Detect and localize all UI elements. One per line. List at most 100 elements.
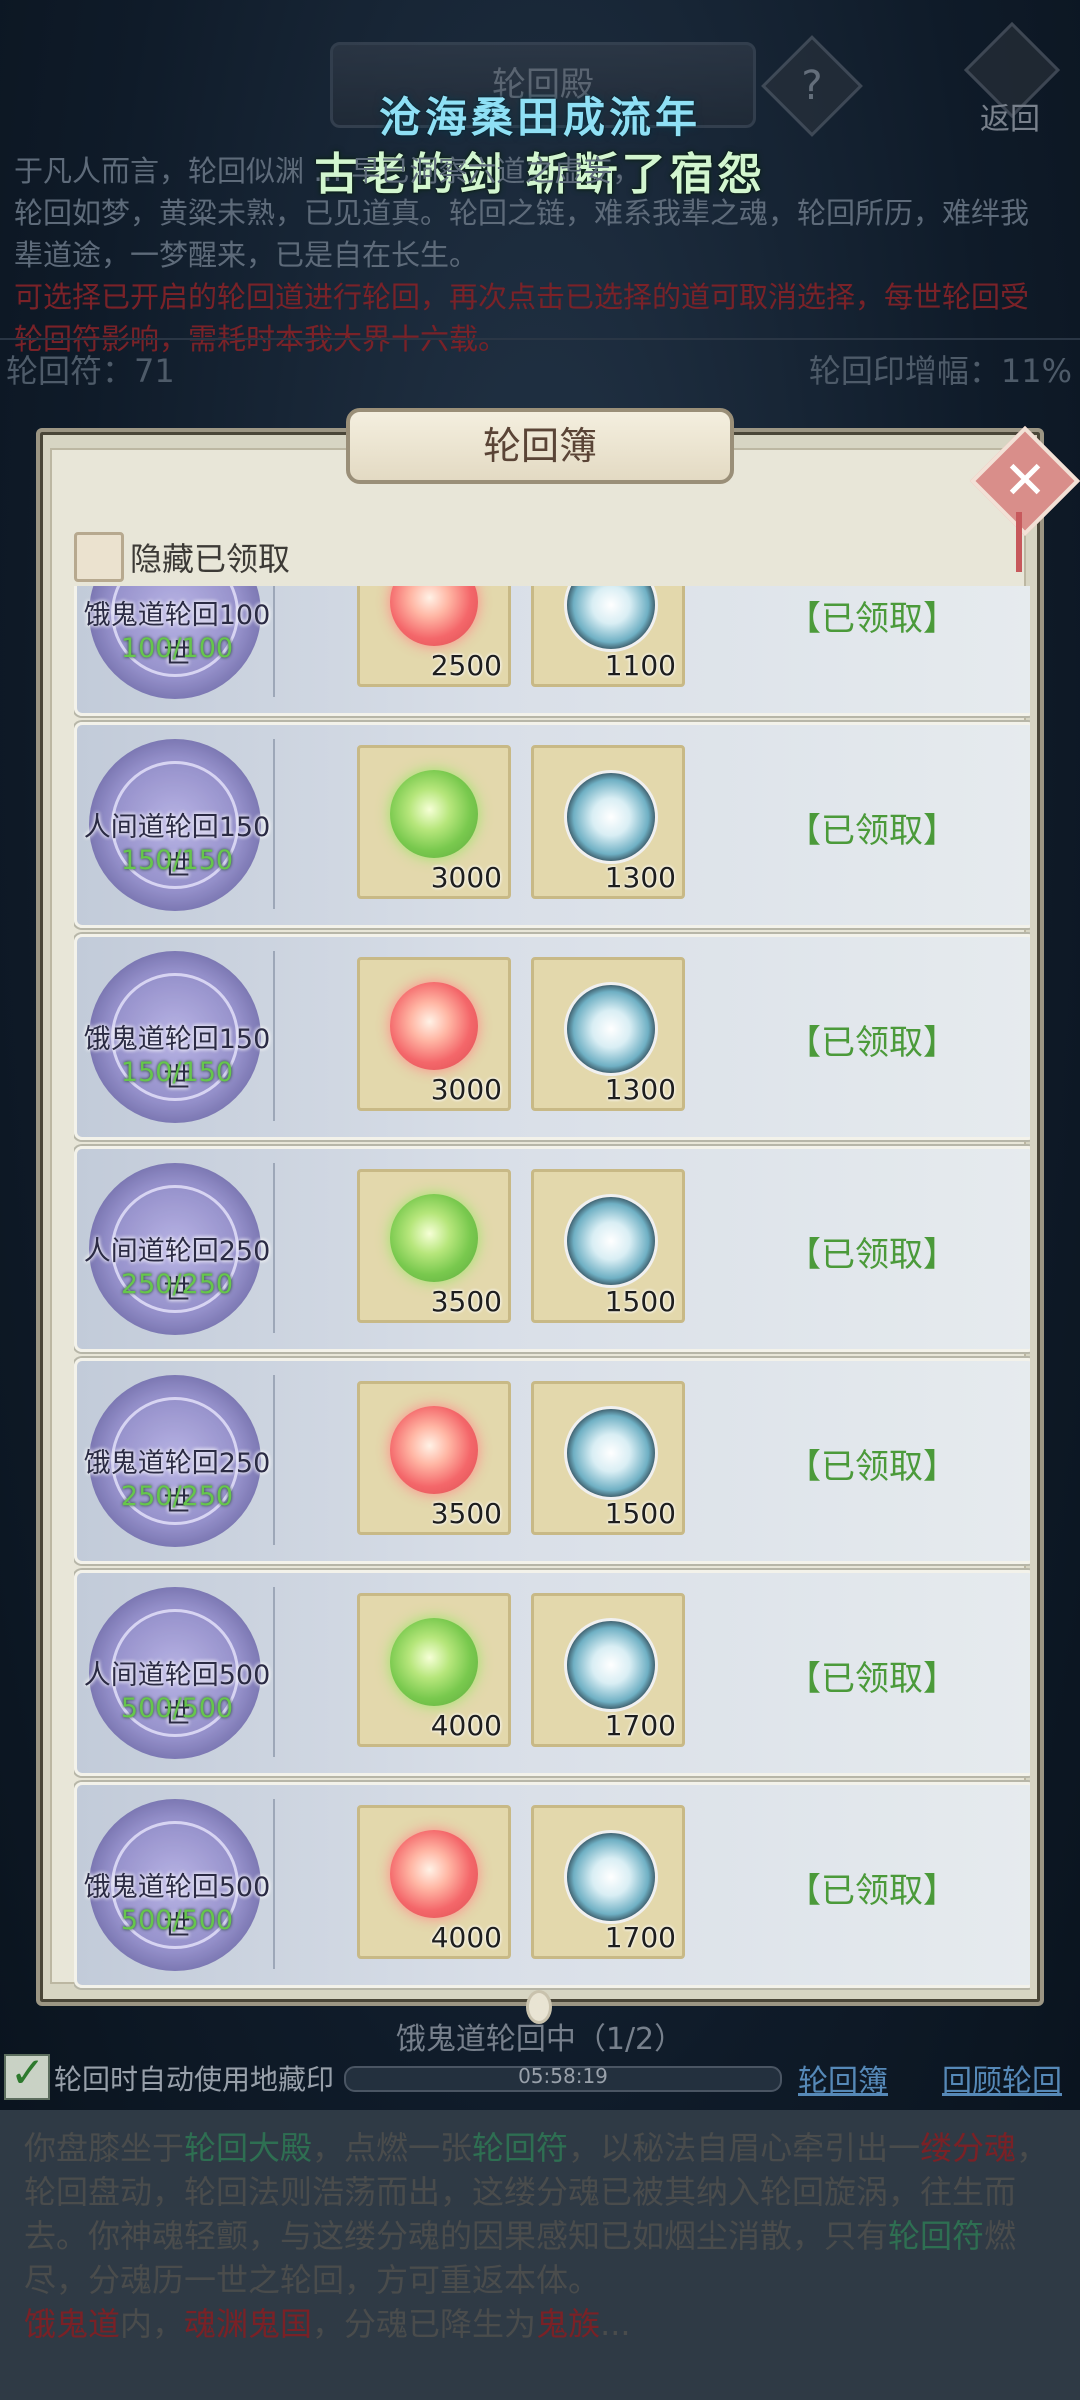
reward-item[interactable]: 3000 xyxy=(357,957,511,1111)
green-spirit-orb-icon xyxy=(390,1618,478,1706)
reward-list[interactable]: 饿鬼道轮回100世 100/100 2500 1100 【已领取】 人间道轮回1… xyxy=(74,586,1030,2002)
row-progress: 150/150 xyxy=(120,1057,234,1088)
row-progress: 250/250 xyxy=(120,1269,234,1300)
intro-line: 于凡人而言，轮回似渊 … 早已洞察六道之虚妄， xyxy=(14,154,642,188)
row-progress: 500/500 xyxy=(120,1693,234,1724)
log-text: 内， xyxy=(120,2305,185,2343)
event-log: 你盘膝坐于轮回大殿，点燃一张轮回符，以秘法自眉心牵引出一缕分魂，轮回盘动，轮回法… xyxy=(0,2110,1080,2400)
log-highlight: 轮回符 xyxy=(888,2217,985,2255)
intro-text: 于凡人而言，轮回似渊 … 早已洞察六道之虚妄， 轮回如梦，黄粱未熟，已见道真。轮… xyxy=(14,150,1074,360)
log-highlight: 饿鬼道 xyxy=(24,2305,121,2343)
row-progress: 500/500 xyxy=(120,1905,234,1936)
row-progress: 250/250 xyxy=(120,1481,234,1512)
divider xyxy=(273,586,275,697)
tassel-decoration xyxy=(1016,512,1022,572)
close-icon: ✕ xyxy=(1003,451,1047,511)
log-highlight: 轮回大殿 xyxy=(184,2129,313,2167)
log-text: 你盘膝坐于 xyxy=(24,2129,185,2167)
reward-item[interactable]: 4000 xyxy=(357,1805,511,1959)
swirl-orb-icon xyxy=(564,586,658,652)
modal-body: 隐藏已领取 饿鬼道轮回100世 100/100 2500 1100 【已领取】 … xyxy=(50,448,1030,1988)
claimed-status: 【已领取】 xyxy=(787,1023,957,1063)
auto-use-row: ✓ 轮回时自动使用地藏印 05:58:19 轮回簿 回顾轮回 xyxy=(0,2048,1080,2100)
swirl-orb-icon xyxy=(564,1618,658,1712)
swirl-orb-icon xyxy=(564,1830,658,1924)
item-quantity: 1300 xyxy=(604,1073,676,1106)
reward-item[interactable]: 2500 xyxy=(357,586,511,687)
green-spirit-orb-icon xyxy=(390,770,478,858)
item-quantity: 1700 xyxy=(604,1921,676,1954)
reward-item[interactable]: 1500 xyxy=(531,1169,685,1323)
item-quantity: 3000 xyxy=(430,861,502,894)
reward-item[interactable]: 1500 xyxy=(531,1381,685,1535)
log-highlight: 缕分魂 xyxy=(920,2129,1017,2167)
divider xyxy=(273,1799,275,1969)
item-quantity: 3500 xyxy=(430,1497,502,1530)
reincarnation-book-link[interactable]: 轮回簿 xyxy=(798,2056,888,2100)
divider xyxy=(273,1587,275,1757)
list-item: 人间道轮回250世 250/250 3500 1500 【已领取】 xyxy=(74,1146,1030,1352)
claimed-status: 【已领取】 xyxy=(787,599,957,639)
intro-line: 轮回如梦，黄粱未熟，已见道真。轮回之链，难系我辈之魂，轮回所历，难绊我 xyxy=(14,196,1030,230)
check-icon: ✓ xyxy=(10,2048,46,2097)
divider xyxy=(273,1163,275,1333)
reward-item[interactable]: 1100 xyxy=(531,586,685,687)
hide-claimed-row[interactable]: 隐藏已领取 xyxy=(74,528,1014,584)
item-quantity: 3000 xyxy=(430,1073,502,1106)
seal-boost: 轮回印增幅：11% xyxy=(808,352,1072,390)
divider xyxy=(0,338,1080,340)
list-item: 人间道轮回500世 500/500 4000 1700 【已领取】 xyxy=(74,1570,1030,1776)
reward-item[interactable]: 3500 xyxy=(357,1381,511,1535)
log-highlight: 鬼族 xyxy=(536,2305,601,2343)
swirl-orb-icon xyxy=(564,770,658,864)
reward-item[interactable]: 1300 xyxy=(531,745,685,899)
reward-item[interactable]: 1700 xyxy=(531,1593,685,1747)
reward-item[interactable]: 3000 xyxy=(357,745,511,899)
item-quantity: 1500 xyxy=(604,1285,676,1318)
reward-item[interactable]: 1300 xyxy=(531,957,685,1111)
red-spirit-orb-icon xyxy=(390,1406,478,1494)
claimed-status: 【已领取】 xyxy=(787,1871,957,1911)
auto-use-label: 轮回时自动使用地藏印 xyxy=(54,2063,335,2096)
item-quantity: 1700 xyxy=(604,1709,676,1742)
divider xyxy=(273,1375,275,1545)
divider xyxy=(273,951,275,1121)
timer-text: 05:58:19 xyxy=(518,2064,608,2088)
event-log-text: 你盘膝坐于轮回大殿，点燃一张轮回符，以秘法自眉心牵引出一缕分魂，轮回盘动，轮回法… xyxy=(24,2126,1054,2346)
claimed-status: 【已领取】 xyxy=(787,1235,957,1275)
reward-item[interactable]: 1700 xyxy=(531,1805,685,1959)
claimed-status: 【已领取】 xyxy=(787,1447,957,1487)
auto-use-checkbox[interactable]: ✓ xyxy=(4,2048,50,2100)
reward-item[interactable]: 4000 xyxy=(357,1593,511,1747)
review-reincarnation-link[interactable]: 回顾轮回 xyxy=(942,2056,1062,2100)
reincarnation-book-modal: 隐藏已领取 饿鬼道轮回100世 100/100 2500 1100 【已领取】 … xyxy=(36,408,1080,2024)
item-quantity: 1500 xyxy=(604,1497,676,1530)
row-progress: 150/150 xyxy=(120,845,234,876)
log-highlight: 轮回符 xyxy=(472,2129,569,2167)
item-quantity: 3500 xyxy=(430,1285,502,1318)
list-item: 人间道轮回150世 150/150 3000 1300 【已领取】 xyxy=(74,722,1030,928)
item-quantity: 2500 xyxy=(430,649,502,682)
claimed-status: 【已领取】 xyxy=(787,1659,957,1699)
item-quantity: 4000 xyxy=(430,1921,502,1954)
hide-claimed-label: 隐藏已领取 xyxy=(130,540,291,578)
swirl-orb-icon xyxy=(564,982,658,1076)
hide-claimed-checkbox[interactable] xyxy=(74,532,124,582)
reward-item[interactable]: 3500 xyxy=(357,1169,511,1323)
reincarnation-talisman-count: 轮回符：71 xyxy=(6,352,175,390)
list-item: 饿鬼道轮回500世 500/500 4000 1700 【已领取】 xyxy=(74,1782,1030,1988)
item-quantity: 1300 xyxy=(604,861,676,894)
log-text: ，点燃一张 xyxy=(312,2129,473,2167)
banner-line-1: 沧海桑田成流年 xyxy=(378,93,701,142)
claimed-status: 【已领取】 xyxy=(787,811,957,851)
log-highlight: 魂渊鬼国 xyxy=(184,2305,313,2343)
row-progress: 100/100 xyxy=(120,633,234,664)
log-text: ，分魂已降生为 xyxy=(312,2305,537,2343)
intro-warning: 可选择已开启的轮回道进行轮回，再次点击已选择的道可取消选择，每世轮回受 xyxy=(14,280,1030,314)
red-spirit-orb-icon xyxy=(390,586,478,646)
red-spirit-orb-icon xyxy=(390,1830,478,1918)
modal-title: 轮回簿 xyxy=(346,408,734,484)
red-spirit-orb-icon xyxy=(390,982,478,1070)
list-item: 饿鬼道轮回150世 150/150 3000 1300 【已领取】 xyxy=(74,934,1030,1140)
intro-line: 辈道途，一梦醒来，已是自在长生。 xyxy=(14,238,479,272)
